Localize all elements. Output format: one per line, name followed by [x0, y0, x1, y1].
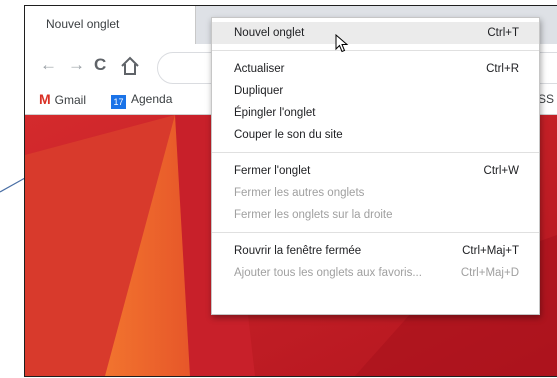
menu-item-duplicate[interactable]: Dupliquer — [212, 80, 539, 102]
menu-item-shortcut: Ctrl+R — [486, 63, 519, 75]
menu-item-close-tabs-right[interactable]: Fermer les onglets sur la droite — [212, 204, 539, 226]
menu-item-new-tab[interactable]: Nouvel onglet Ctrl+T — [212, 22, 539, 44]
bookmark-label: Agenda — [131, 92, 173, 106]
menu-item-label: Fermer l'onglet — [234, 165, 311, 177]
menu-item-label: Ajouter tous les onglets aux favoris... — [234, 267, 422, 279]
menu-item-close-other-tabs[interactable]: Fermer les autres onglets — [212, 182, 539, 204]
menu-item-label: Fermer les onglets sur la droite — [234, 209, 393, 221]
menu-item-label: Rouvrir la fenêtre fermée — [234, 245, 362, 257]
home-icon[interactable] — [119, 55, 141, 77]
gmail-icon: M — [39, 91, 51, 107]
menu-item-pin-tab[interactable]: Épingler l'onglet — [212, 102, 539, 124]
bookmark-label: SS — [538, 92, 555, 106]
tab-nouvel-onglet[interactable]: Nouvel onglet — [25, 6, 196, 44]
bookmark-agenda[interactable]: 17 Agenda — [111, 91, 172, 109]
browser-window: Nouvel onglet ← → C MGmail 17Agenda CSS — [24, 5, 557, 377]
menu-separator — [212, 232, 539, 233]
menu-item-shortcut: Ctrl+Maj+T — [462, 245, 519, 257]
menu-separator — [212, 152, 539, 153]
menu-item-reload[interactable]: Actualiser Ctrl+R — [212, 58, 539, 80]
menu-item-label: Fermer les autres onglets — [234, 187, 365, 199]
menu-item-label: Actualiser — [234, 63, 285, 75]
menu-item-reopen-closed-window[interactable]: Rouvrir la fenêtre fermée Ctrl+Maj+T — [212, 240, 539, 262]
menu-item-shortcut: Ctrl+Maj+D — [460, 267, 519, 279]
menu-item-label: Couper le son du site — [234, 129, 343, 141]
tab-context-menu: Nouvel onglet Ctrl+T Actualiser Ctrl+R D… — [211, 17, 540, 315]
menu-item-label: Nouvel onglet — [234, 27, 305, 39]
back-arrow-icon[interactable]: ← — [40, 55, 57, 75]
menu-item-label: Dupliquer — [234, 85, 284, 97]
calendar-icon: 17 — [111, 95, 126, 109]
menu-item-bookmark-all-tabs[interactable]: Ajouter tous les onglets aux favoris... … — [212, 262, 539, 284]
menu-item-shortcut: Ctrl+W — [483, 165, 519, 177]
bookmark-label: Gmail — [54, 93, 87, 107]
menu-item-shortcut: Ctrl+T — [487, 27, 519, 39]
forward-arrow-icon[interactable]: → — [68, 55, 85, 75]
mouse-pointer-icon — [335, 34, 349, 53]
tab-title: Nouvel onglet — [46, 17, 120, 31]
reload-icon[interactable]: C — [94, 55, 106, 75]
menu-item-mute-site[interactable]: Couper le son du site — [212, 124, 539, 146]
bookmark-gmail[interactable]: M Gmail — [39, 91, 86, 108]
menu-item-close-tab[interactable]: Fermer l'onglet Ctrl+W — [212, 160, 539, 182]
menu-item-label: Épingler l'onglet — [234, 107, 316, 119]
menu-separator — [212, 50, 539, 51]
